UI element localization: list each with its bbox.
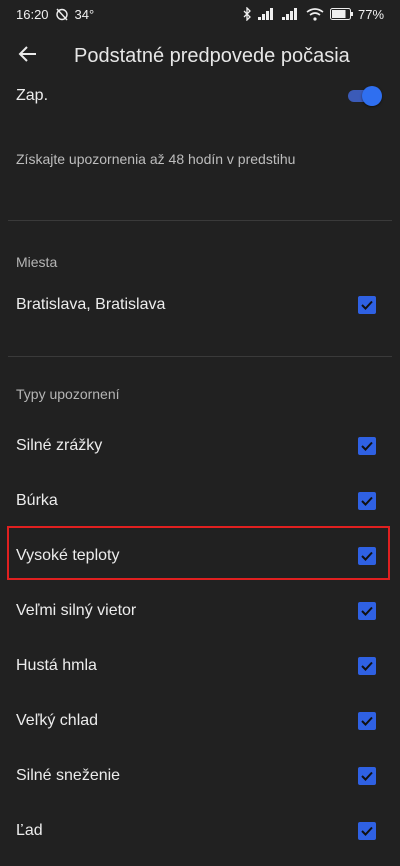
toggle-thumb [362, 86, 382, 106]
checkmark-icon [361, 606, 373, 616]
alert-label: Vysoké teploty [16, 546, 120, 564]
checkmark-icon [361, 661, 373, 671]
checkmark-icon [361, 551, 373, 561]
alerts-toggle[interactable] [348, 86, 382, 106]
place-checkbox[interactable] [358, 296, 376, 314]
alert-item-strong-wind[interactable]: Veľmi silný vietor [0, 583, 400, 638]
battery-percent: 77 [357, 6, 373, 22]
alert-label: Veľmi silný vietor [16, 601, 137, 619]
toggle-label: Zap. [16, 87, 49, 104]
alerts-toggle-row[interactable]: Zap. [0, 80, 400, 112]
checkmark-icon [361, 826, 373, 836]
checkmark-icon [361, 716, 373, 726]
alert-label: Silné zrážky [16, 436, 103, 454]
signal-icon [257, 8, 276, 20]
checkmark-icon [361, 771, 373, 781]
alert-label: Búrka [16, 491, 58, 509]
status-time: 16:20 [16, 6, 49, 22]
place-label: Bratislava, Bratislava [16, 296, 166, 313]
alert-checkbox[interactable] [358, 656, 376, 675]
status-temperature: 34° [74, 6, 95, 22]
alert-label: Hustá hmla [16, 656, 97, 674]
toggle-description-row: Získajte upozornenia až 48 hodín v preds… [0, 146, 400, 172]
alert-checkbox[interactable] [358, 491, 376, 510]
status-bar: 16:20 34° 77% [0, 0, 400, 28]
alert-types-header-row: Typy upozornení [0, 382, 400, 406]
divider [8, 356, 392, 357]
battery-indicator: 77% [329, 6, 384, 22]
alarm-off-icon [55, 7, 69, 21]
alert-checkbox[interactable] [358, 821, 376, 840]
toggle-description: Získajte upozornenia až 48 hodín v preds… [16, 151, 296, 167]
checkmark-icon [361, 441, 373, 451]
alert-item-dense-fog[interactable]: Hustá hmla [0, 638, 400, 693]
alert-item-high-temperatures[interactable]: Vysoké teploty [0, 528, 400, 583]
places-header: Miesta [16, 254, 58, 270]
back-button[interactable] [0, 28, 56, 84]
alert-item-extreme-cold[interactable]: Veľký chlad [0, 693, 400, 748]
alert-types-header: Typy upozornení [16, 386, 120, 402]
alert-label: Silné sneženie [16, 766, 121, 784]
bluetooth-icon [242, 7, 252, 21]
arrow-back-icon [18, 44, 38, 69]
alert-checkbox[interactable] [358, 601, 376, 620]
signal-icon-2 [281, 8, 300, 20]
alert-label: Ľad [16, 821, 43, 839]
divider [8, 220, 392, 221]
place-item[interactable]: Bratislava, Bratislava [0, 282, 400, 328]
places-header-row: Miesta [0, 250, 400, 274]
alert-item-storm[interactable]: Búrka [0, 473, 400, 528]
alert-checkbox[interactable] [358, 766, 376, 785]
alert-item-ice[interactable]: Ľad [0, 803, 400, 858]
alert-item-heavy-rain[interactable]: Silné zrážky [0, 418, 400, 473]
alert-item-heavy-snow[interactable]: Silné sneženie [0, 748, 400, 803]
checkmark-icon [361, 496, 373, 506]
app-bar: Podstatné predpovede počasia [0, 28, 400, 84]
alert-checkbox[interactable] [358, 436, 376, 455]
checkmark-icon [361, 300, 373, 310]
alert-checkbox[interactable] [358, 711, 376, 730]
wifi-icon [306, 7, 324, 21]
alert-checkbox[interactable] [358, 546, 376, 565]
alert-label: Veľký chlad [16, 711, 99, 729]
battery-icon [329, 8, 354, 20]
page-title: Podstatné predpovede počasia [74, 44, 350, 67]
